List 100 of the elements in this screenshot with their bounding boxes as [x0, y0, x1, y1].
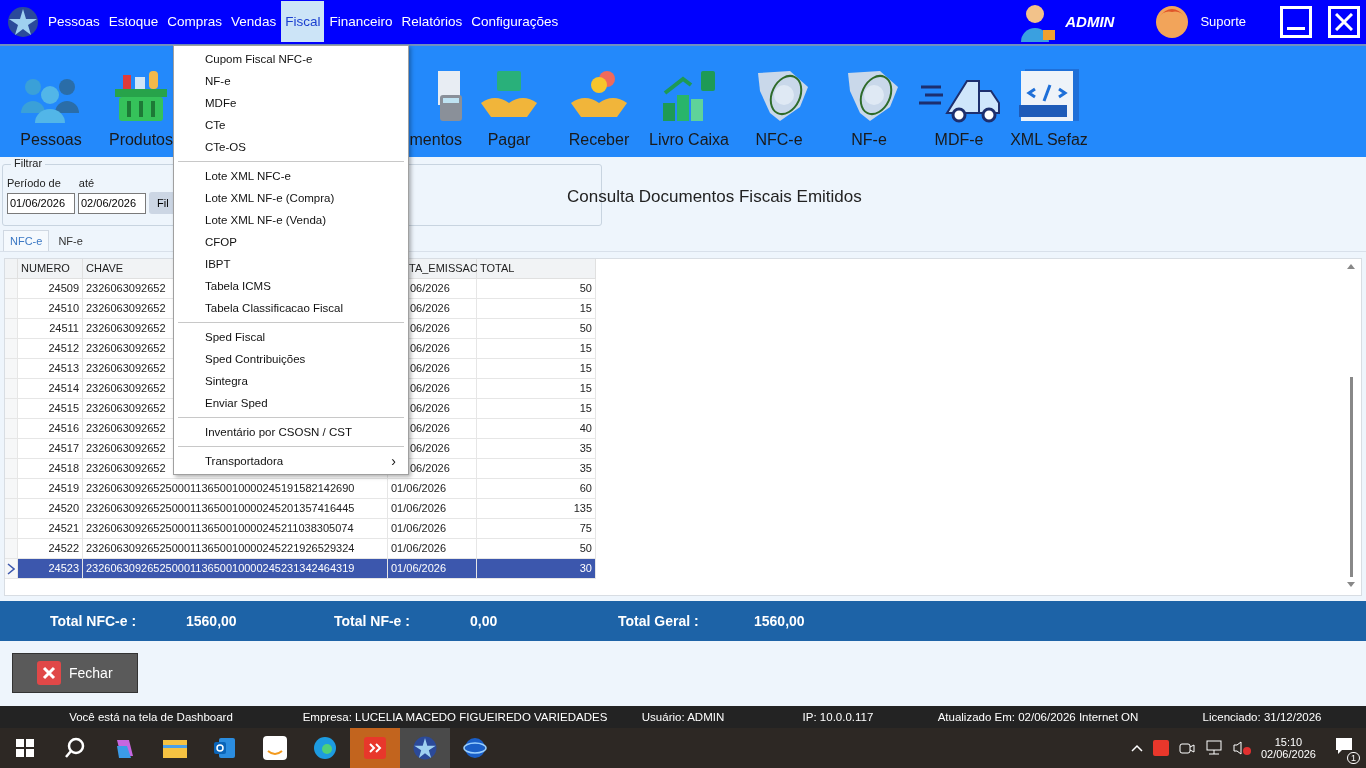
table-cell: 15 — [477, 379, 596, 400]
notification-icon[interactable] — [1334, 736, 1354, 756]
toolbar-button[interactable]: Receber — [568, 130, 630, 149]
close-form-button[interactable]: Fechar — [12, 653, 138, 694]
toolbar-button[interactable]: XML Sefaz — [1010, 130, 1088, 149]
table-cell: 24510 — [18, 299, 83, 320]
menu-item[interactable]: Estoque — [104, 1, 163, 43]
clock[interactable]: 15:10 02/06/2026 — [1260, 736, 1316, 760]
star-app-icon[interactable] — [400, 728, 450, 768]
row-header-cell[interactable] — [5, 299, 18, 320]
menu-entry[interactable]: CTe — [174, 114, 408, 136]
table-cell: 23260630926525000113650010000245201357416445 — [83, 499, 388, 520]
field-label: Período de — [7, 177, 61, 190]
menu-item[interactable]: Relatórios — [397, 1, 467, 43]
close-icon — [1335, 12, 1353, 31]
row-header-cell[interactable] — [5, 399, 18, 420]
row-header-cell[interactable] — [5, 379, 18, 400]
network-icon[interactable] — [1204, 740, 1223, 756]
toolbar-button[interactable]: MDF-e — [934, 130, 984, 149]
speaker-muted-icon[interactable] — [1232, 740, 1251, 756]
calculator-icon — [438, 68, 462, 123]
row-header-cell[interactable] — [5, 439, 18, 460]
user-name: ADMIN — [1065, 13, 1115, 31]
status-text: Usuário: ADMIN — [640, 710, 726, 726]
table-cell: 24520 — [18, 499, 83, 520]
status-text: IP: 10.0.0.117 — [801, 710, 875, 726]
row-header-cell[interactable] — [5, 319, 18, 340]
tab[interactable]: NFC-e — [3, 230, 50, 252]
row-header-cell[interactable] — [5, 559, 18, 580]
menu-entry[interactable]: NF-e — [174, 70, 408, 92]
row-header-cell[interactable] — [5, 539, 18, 560]
close-x-icon — [37, 661, 61, 686]
status-text: Empresa: LUCELIA MACEDO FIGUEIREDO VARIEDADES — [302, 710, 608, 726]
minimize-button[interactable] — [1280, 5, 1312, 38]
menu-entry[interactable]: Lote XML NF-e (Compra) — [174, 187, 408, 209]
menu-entry[interactable]: MDFe — [174, 92, 408, 114]
table-cell: 40 — [477, 419, 596, 440]
menu-entry[interactable]: CFOP — [174, 231, 408, 253]
table-cell: 24516 — [18, 419, 83, 440]
total-label: Total NF-e : — [334, 612, 411, 629]
menu-entry[interactable]: CTe-OS — [174, 136, 408, 158]
table-cell: 15 — [477, 299, 596, 320]
total-value: 1560,00 — [754, 612, 806, 629]
field-label: até — [78, 177, 95, 190]
toolbar-button[interactable]: Pagar — [487, 130, 531, 149]
menu-item[interactable]: Compras — [163, 1, 227, 43]
table-cell: 01/06/2026 — [388, 479, 477, 500]
table-cell: 35 — [477, 439, 596, 460]
close-button[interactable] — [1328, 5, 1360, 38]
table-cell: 24517 — [18, 439, 83, 460]
table-cell: 24521 — [18, 519, 83, 540]
row-header-cell[interactable] — [5, 279, 18, 300]
remote-tray-icon[interactable] — [1152, 740, 1169, 756]
status-text: Licenciado: 31/12/2026 — [1201, 710, 1323, 726]
total-label: Total Geral : — [618, 612, 700, 629]
table-cell: 30 — [477, 559, 596, 580]
row-header-cell[interactable] — [5, 339, 18, 360]
star-logo-icon — [6, 4, 40, 39]
toolbar-button[interactable]: mentos — [409, 130, 462, 149]
group-title: Filtrar — [11, 157, 46, 170]
menu-entry[interactable]: Lote XML NFC-e — [174, 165, 408, 187]
menu-item[interactable]: Pessoas — [44, 1, 104, 43]
menu-item[interactable]: Configurações — [467, 1, 563, 43]
menu-item[interactable]: Fiscal — [281, 1, 325, 43]
menu-item[interactable]: Financeiro — [325, 1, 397, 43]
date-field[interactable]: 01/06/2026 — [7, 192, 75, 214]
table-cell: 24518 — [18, 459, 83, 480]
row-header-cell[interactable] — [5, 359, 18, 380]
table-cell: 24513 — [18, 359, 83, 380]
menu-entry[interactable]: Cupom Fiscal NFC-e — [174, 48, 408, 70]
toolbar-button[interactable]: Pessoas — [20, 130, 82, 149]
row-header-cell[interactable] — [5, 419, 18, 440]
column-header[interactable]: NUMERO — [18, 259, 83, 280]
toolbar-button[interactable]: Livro Caixa — [649, 130, 729, 149]
table-cell: 24512 — [18, 339, 83, 360]
camera-icon[interactable] — [1178, 741, 1195, 755]
chevron-up-icon[interactable] — [1130, 744, 1143, 752]
table-cell: 60 — [477, 479, 596, 500]
row-header-cell[interactable] — [5, 459, 18, 480]
toolbar-button[interactable]: NFC-e — [755, 130, 803, 149]
status-text: Você está na tela de Dashboard — [68, 710, 234, 726]
menu-item[interactable]: Vendas — [227, 1, 281, 43]
table-cell: 24509 — [18, 279, 83, 300]
row-pointer-icon — [7, 562, 15, 575]
table-cell: 15 — [477, 399, 596, 420]
table-cell: 23260630926525000113650010000245231342464319 — [83, 559, 388, 580]
table-cell: 24519 — [18, 479, 83, 500]
support-label[interactable]: Suporte — [1200, 14, 1246, 30]
row-header-cell[interactable] — [5, 499, 18, 520]
menu-entry[interactable]: Lote XML NF-e (Venda) — [174, 209, 408, 231]
remote-app-icon[interactable] — [350, 728, 400, 768]
date-field[interactable]: 02/06/2026 — [78, 192, 146, 214]
toolbar-button[interactable]: NF-e — [851, 130, 887, 149]
row-header-cell[interactable] — [5, 519, 18, 540]
column-header[interactable]: TOTAL — [477, 259, 596, 280]
table-cell: 01/06/2026 — [388, 559, 477, 580]
row-header-cell[interactable] — [5, 479, 18, 500]
basket-icon — [113, 68, 169, 123]
toolbar-button[interactable]: Produtos — [108, 130, 173, 149]
tab[interactable]: NF-e — [51, 230, 90, 252]
